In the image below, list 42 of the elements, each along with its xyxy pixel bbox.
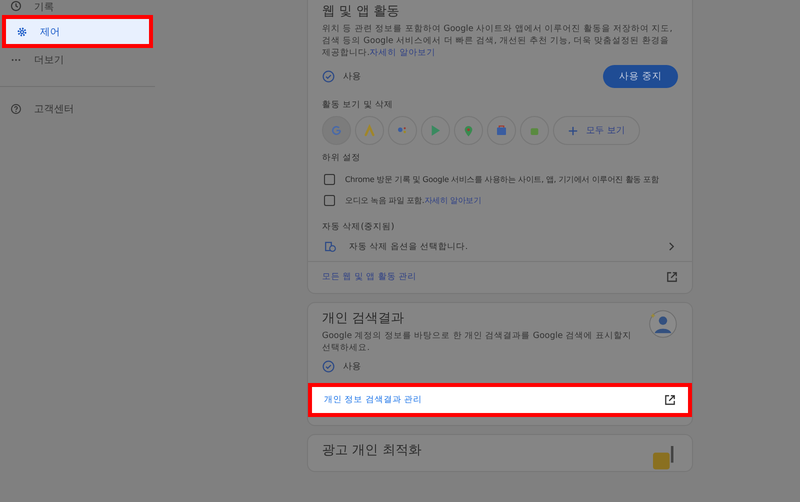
app-button[interactable] — [421, 116, 450, 145]
section-heading: 활동 보기 및 삭제 — [321, 99, 394, 112]
card-title: 개인 검색결과 — [322, 310, 406, 327]
section-heading: 자동 삭제(중지됨) — [321, 221, 396, 234]
turn-off-button[interactable]: 사용 중지 — [602, 65, 678, 88]
sidebar-item[interactable]: 기록 — [0, 0, 155, 14]
checkbox[interactable] — [324, 195, 335, 206]
card-title: 웹 및 앱 활동 — [322, 3, 400, 20]
check-circle-icon — [322, 360, 335, 373]
auto-delete-row[interactable]: 자동 삭제 옵션을 선택합니다. — [308, 238, 692, 261]
settings-icon — [16, 26, 28, 38]
person-illustration-icon — [648, 309, 678, 339]
chevron-right-icon — [667, 242, 676, 251]
check-circle-icon — [322, 70, 335, 83]
shopping-bag-icon — [494, 123, 509, 138]
multicolor-g-icon — [329, 123, 344, 138]
card-description: Google 계정의 정보를 바탕으로 한 개인 검색결과를 Google 검색에 표시할지 선택하세요. — [322, 330, 632, 354]
plus-icon — [568, 126, 578, 136]
status-label: 사용 — [322, 70, 361, 83]
app-button[interactable] — [454, 116, 483, 145]
help-icon — [10, 103, 22, 115]
manage-link-row[interactable]: 개인 정보 검색결과 관리 — [308, 383, 692, 417]
view-all-button[interactable]: 모두 보기 — [553, 116, 640, 145]
status-label: 사용 — [322, 360, 361, 373]
clock-icon — [10, 0, 22, 12]
card-title: 광고 개인 최적화 — [322, 442, 422, 459]
sidebar-item[interactable]: 제어 — [2, 15, 153, 48]
sidebar-item[interactable]: 고객센터 — [0, 97, 155, 121]
checkbox[interactable] — [324, 174, 335, 185]
app-button[interactable] — [322, 116, 351, 145]
app-button[interactable] — [487, 116, 516, 145]
section-heading: 하위 설정 — [321, 152, 362, 165]
learn-more-link[interactable]: 자세히 알아보기 — [370, 48, 436, 58]
manage-link-row[interactable]: 모든 웹 및 앱 활동 관리 — [308, 261, 692, 293]
sidebar-item[interactable]: 더보기 — [0, 48, 155, 72]
app-button[interactable] — [520, 116, 549, 145]
app-button[interactable] — [355, 116, 384, 145]
auto-delete-icon — [324, 240, 337, 253]
app-button[interactable] — [388, 116, 417, 145]
external-link-icon — [666, 271, 678, 283]
card-description: 위치 등 관련 정보를 포함하여 Google 사이트와 앱에서 이루어진 활동을 저장하여 지도, 검색 등의 Google 서비스에서 더 빠른 검색, 개선된 추천 기능, 더욱 맞춤설정된 환경을 제공합니다.자세히 알아보기 — [322, 23, 674, 59]
external-link-icon — [664, 394, 676, 406]
